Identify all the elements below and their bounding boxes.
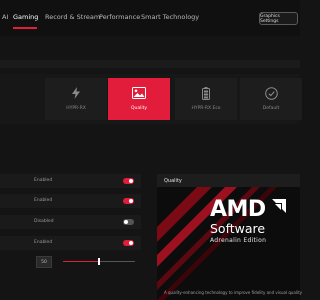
setting-slider[interactable] [63, 258, 135, 265]
section-header-band [0, 60, 300, 68]
setting-status: Enabled [34, 178, 53, 183]
setting-row: Enabled [0, 174, 141, 188]
tab-performance[interactable]: Performance [99, 13, 140, 21]
checkmark-circle-icon [240, 86, 302, 100]
profile-card-hypr-rx[interactable]: HYPR-RX [45, 78, 107, 120]
lightning-icon [45, 86, 107, 100]
card-label: HYPR-RX [66, 106, 86, 111]
card-label: HYPR-RX Eco [191, 106, 221, 111]
tab-smart-technology[interactable]: Smart Technology [141, 13, 199, 21]
graphics-settings-label: Graphics Settings [260, 13, 280, 24]
amd-arrow-icon [272, 199, 286, 213]
image-icon [108, 86, 170, 100]
setting-status: Enabled [34, 198, 53, 203]
setting-status: Disabled [34, 219, 54, 224]
tab-ai[interactable]: AI [2, 13, 8, 21]
profile-card-hypr-rx-eco[interactable]: HYPR-RX Eco [175, 78, 237, 120]
setting-row: Enabled [0, 236, 141, 250]
toggle-knob [129, 199, 133, 203]
setting-row: Enabled [0, 194, 141, 208]
setting-toggle[interactable] [123, 178, 134, 184]
setting-status: Enabled [34, 240, 53, 245]
slider-value: 50 [41, 259, 47, 265]
toggle-knob [129, 241, 133, 245]
info-header: Quality [157, 174, 300, 187]
edition-name: Adrenalin Edition [210, 237, 267, 244]
tab-gaming[interactable]: Gaming [13, 13, 38, 21]
tab-record-stream[interactable]: Record & Stream [45, 13, 100, 21]
top-nav: AI Gaming Record & Stream Performance Sm… [0, 0, 300, 36]
info-panel: Quality AMD Software Adrenalin Edition A… [157, 174, 303, 300]
setting-toggle[interactable] [123, 240, 134, 246]
setting-toggle[interactable] [123, 198, 134, 204]
product-name: Software [210, 221, 266, 236]
setting-toggle[interactable] [123, 219, 134, 225]
toggle-knob [129, 179, 133, 183]
amd-logo: AMD [210, 197, 266, 222]
setting-row: Disabled [0, 215, 141, 229]
graphics-settings-button[interactable]: Graphics Settings [259, 12, 298, 25]
card-label: Default [262, 106, 280, 111]
slider-thumb[interactable] [98, 258, 100, 265]
active-tab-indicator [13, 27, 37, 29]
slider-fill [63, 261, 99, 262]
info-description: A quality-enhancing technology to improv… [164, 290, 303, 295]
profile-card-quality[interactable]: Quality [108, 78, 170, 120]
battery-icon [175, 86, 237, 100]
profile-card-default[interactable]: Default [240, 78, 302, 120]
info-title: Quality [164, 178, 182, 184]
slider-value-input[interactable]: 50 [36, 256, 52, 268]
toggle-knob [124, 220, 128, 224]
card-label: Quality [130, 106, 148, 111]
